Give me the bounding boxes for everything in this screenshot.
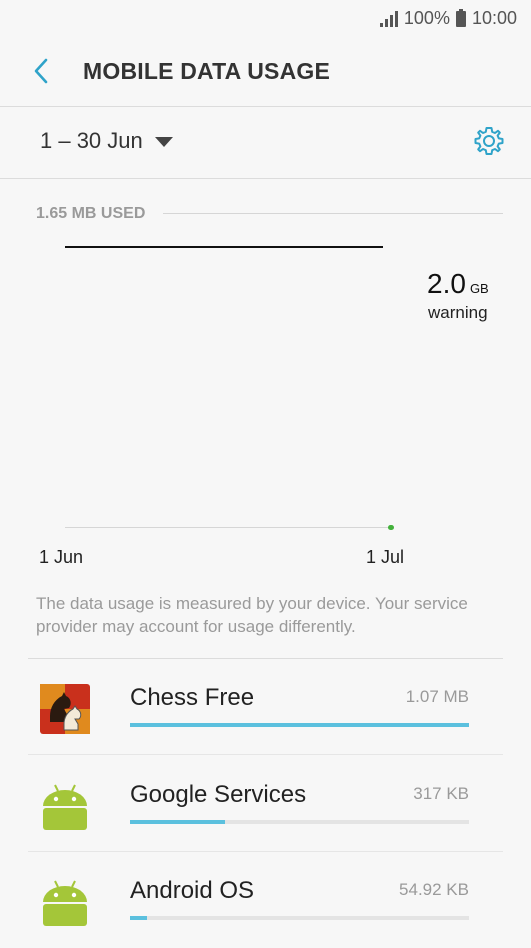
period-bar: 1 – 30 Jun [0, 106, 531, 179]
chevron-left-icon[interactable] [28, 56, 56, 86]
usage-bar-fill [130, 820, 225, 824]
android-icon [43, 784, 87, 830]
gear-icon[interactable] [473, 125, 505, 157]
app-data-size: 1.07 MB [405, 687, 469, 706]
dropdown-arrow-icon [154, 137, 173, 147]
warning-limit-line[interactable] [65, 246, 383, 248]
usage-bar [130, 916, 469, 920]
clock: 10:00 [471, 8, 517, 28]
usage-bar [130, 723, 469, 727]
page-title: MOBILE DATA USAGE [83, 58, 331, 84]
warning-value: 2.0 GB [427, 268, 489, 300]
usage-bar-fill [130, 916, 147, 920]
chart-baseline [65, 527, 391, 528]
divider [28, 754, 503, 755]
x-axis-end-label: 1 Jul [366, 547, 405, 567]
app-name: Chess Free [130, 684, 255, 711]
battery-icon [455, 8, 466, 27]
battery-percent: 100% [403, 8, 450, 28]
status-icons: 100% 10:00 [379, 8, 517, 29]
period-label: 1 – 30 Jun [40, 128, 143, 153]
divider [163, 213, 503, 214]
usage-bar-fill [130, 723, 469, 727]
android-icon [43, 880, 87, 926]
app-name: Android OS [130, 877, 255, 904]
data-used-label: 1.65 MB USED [36, 205, 146, 222]
warning-unit: GB [469, 281, 489, 296]
app-data-size: 317 KB [413, 784, 469, 803]
app-item-google-services[interactable]: Google Services 317 KB [0, 756, 531, 852]
x-axis-start-label: 1 Jun [39, 547, 84, 567]
app-item-android-os[interactable]: Android OS 54.92 KB [0, 852, 531, 948]
warning-number: 2.0 [427, 268, 466, 299]
app-item-chess-free[interactable]: Chess Free 1.07 MB [0, 659, 531, 755]
chess-icon [40, 684, 90, 734]
signal-icon [379, 10, 398, 27]
usage-dot [388, 525, 394, 530]
status-bar: 100% 10:00 [0, 0, 531, 36]
app-name: Google Services [130, 781, 307, 808]
app-data-size: 54.92 KB [399, 880, 469, 899]
warning-label: warning [428, 303, 488, 322]
app-bar: MOBILE DATA USAGE [0, 36, 531, 107]
usage-bar [130, 820, 469, 824]
period-dropdown[interactable]: 1 – 30 Jun [40, 128, 173, 154]
usage-chart: 2.0 GB warning 1 Jun 1 Jul [0, 230, 531, 567]
usage-note: The data usage is measured by your devic… [36, 594, 468, 636]
